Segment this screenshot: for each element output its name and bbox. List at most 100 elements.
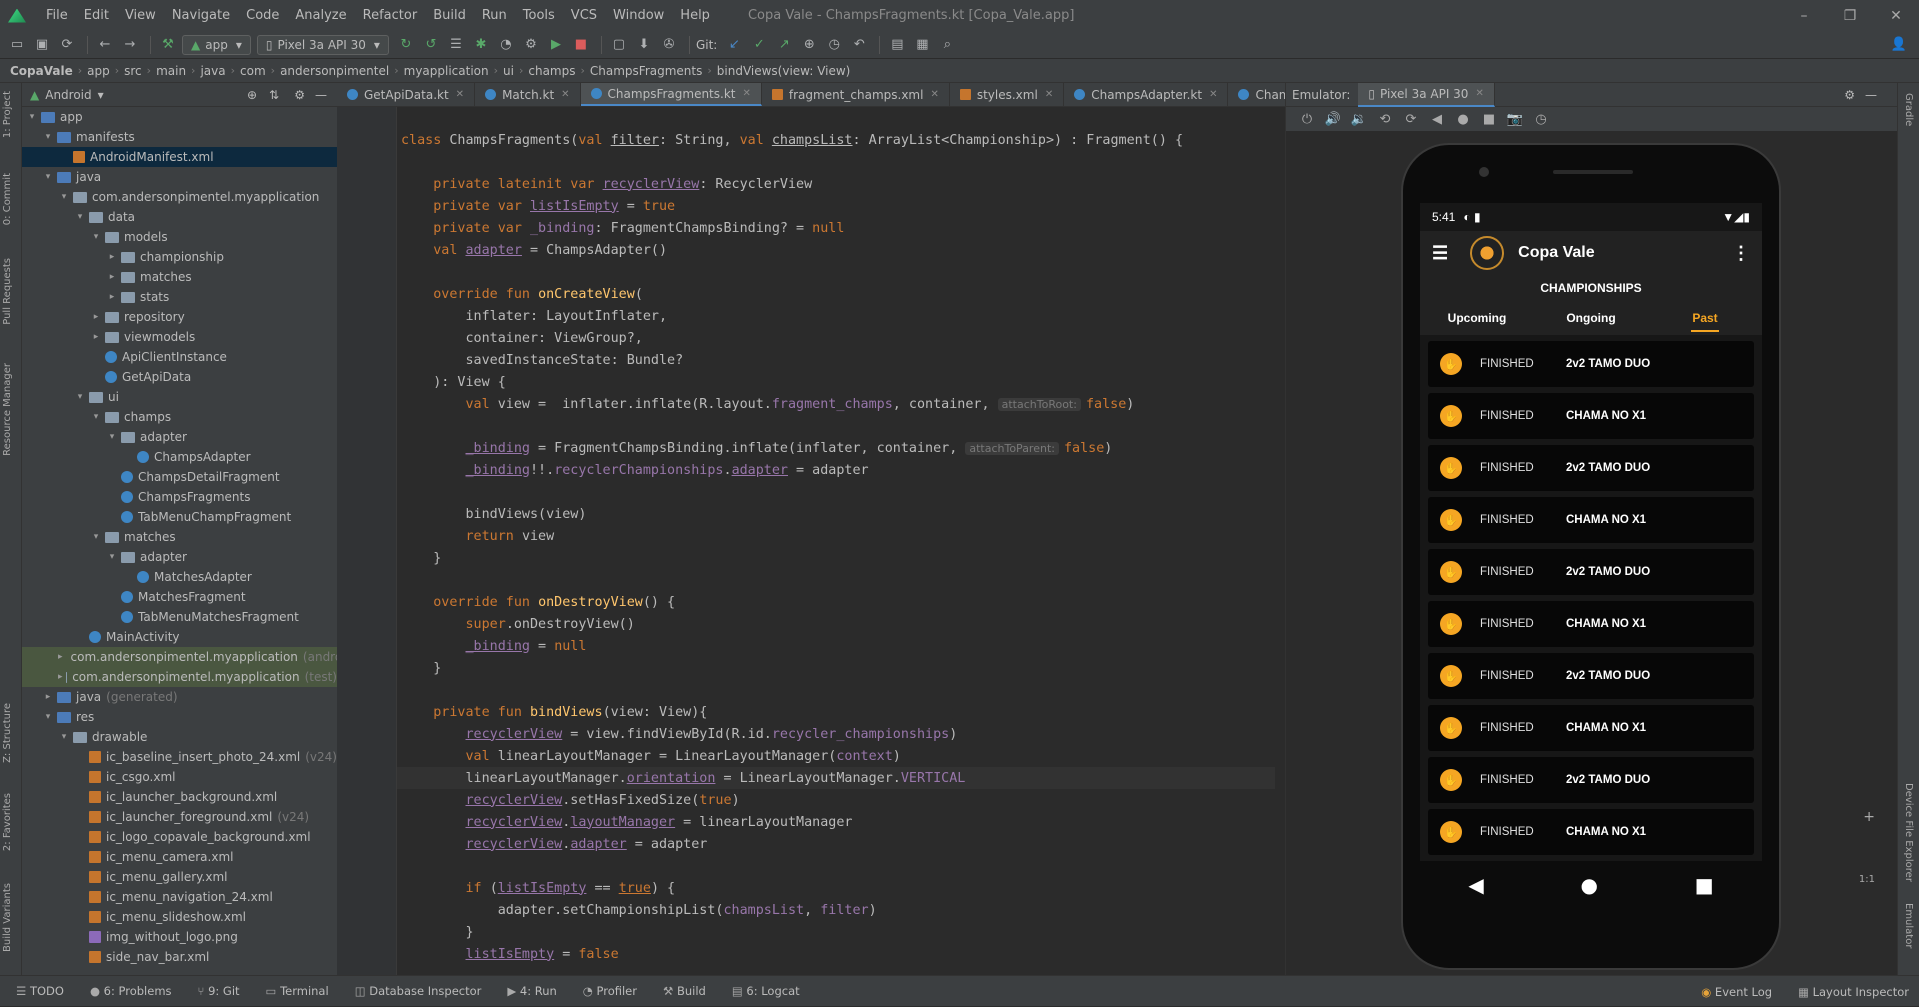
breadcrumb-item[interactable]: java (200, 64, 225, 78)
tool-window-database-inspector[interactable]: ◫ Database Inspector (355, 984, 482, 998)
favorites-tool-tab[interactable]: 2: Favorites (2, 793, 13, 851)
tree-item-apiclientinstance[interactable]: ApiClientInstance (22, 347, 337, 367)
breadcrumb-item[interactable]: andersonpimentel (280, 64, 389, 78)
tree-item-com-andersonpimentel-myapplication[interactable]: ▾ com.andersonpimentel.myapplication (22, 187, 337, 207)
tree-item-getapidata[interactable]: GetApiData (22, 367, 337, 387)
close-icon[interactable]: ✕ (1209, 89, 1217, 100)
profile-icon[interactable]: ◔ (495, 34, 517, 56)
menu-file[interactable]: File (38, 8, 76, 23)
back-icon[interactable]: ◀ (1424, 112, 1450, 127)
tree-item-matchesadapter[interactable]: MatchesAdapter (22, 567, 337, 587)
tree-item-data[interactable]: ▾ data (22, 207, 337, 227)
menu-help[interactable]: Help (672, 8, 718, 23)
tree-item-champsadapter[interactable]: ChampsAdapter (22, 447, 337, 467)
gear-icon[interactable]: ⚙ (294, 88, 305, 102)
back-icon[interactable]: ← (94, 34, 116, 56)
sync-icon[interactable]: ⟳ (56, 34, 78, 56)
menu-view[interactable]: View (117, 8, 164, 23)
championship-card[interactable]: ✋ FINISHED 2v2 TAMO DUO (1428, 445, 1754, 491)
search-icon[interactable]: ⌕ (936, 34, 958, 56)
overview-icon[interactable]: ■ (1476, 112, 1502, 127)
git-push-icon[interactable]: ↗ (773, 34, 795, 56)
menu-edit[interactable]: Edit (76, 8, 117, 23)
tree-item-matches[interactable]: ▸ matches (22, 267, 337, 287)
nav-back-icon[interactable]: ◀ (1468, 873, 1483, 897)
hide-icon[interactable]: — (1865, 88, 1877, 102)
tool-window-build[interactable]: ⚒ Build (663, 984, 706, 998)
volume-up-icon[interactable]: 🔊 (1320, 112, 1346, 127)
breadcrumb-item[interactable]: myapplication (404, 64, 489, 78)
menu-code[interactable]: Code (238, 8, 287, 23)
device-file-explorer-tool-tab[interactable]: Device File Explorer (1903, 783, 1914, 882)
apply-changes-icon[interactable]: ↺ (420, 34, 442, 56)
championship-card[interactable]: ✋ FINISHED CHAMA NO X1 (1428, 809, 1754, 855)
git-clock-icon[interactable]: ◷ (823, 34, 845, 56)
open-folder-icon[interactable]: ▭ (6, 34, 28, 56)
championship-card[interactable]: ✋ FINISHED CHAMA NO X1 (1428, 497, 1754, 543)
championship-card[interactable]: ✋ FINISHED 2v2 TAMO DUO (1428, 757, 1754, 803)
close-icon[interactable]: ✕ (742, 88, 750, 99)
menu-vcs[interactable]: VCS (563, 8, 605, 23)
tool-window-terminal[interactable]: ▭ Terminal (266, 984, 329, 998)
tree-item-adapter[interactable]: ▾ adapter (22, 427, 337, 447)
tree-item-com-andersonpimentel-myapplication[interactable]: ▸ com.andersonpimentel.myapplication (andr… (22, 647, 337, 667)
close-icon[interactable]: ✕ (1873, 0, 1919, 31)
git-commit-icon[interactable]: ✓ (748, 34, 770, 56)
tree-item-ic-csgo-xml[interactable]: ic_csgo.xml (22, 767, 337, 787)
menu-analyze[interactable]: Analyze (287, 8, 354, 23)
nav-home-icon[interactable]: ● (1581, 873, 1598, 897)
tree-item-stats[interactable]: ▸ stats (22, 287, 337, 307)
make-project-icon[interactable]: ⚒ (157, 34, 179, 56)
zoom-in-icon[interactable]: + (1863, 809, 1875, 825)
project-view-selector[interactable]: ▲ Android ▾ ⊕ ⇅ ⚙ — (22, 83, 337, 107)
git-history-icon[interactable]: ⊕ (798, 34, 820, 56)
list-icon[interactable]: ☰ (445, 34, 467, 56)
editor-tab-getapidata-kt[interactable]: GetApiData.kt ✕ (337, 83, 476, 106)
menu-tools[interactable]: Tools (515, 8, 563, 23)
project-tool-tab[interactable]: 1: Project (2, 91, 13, 138)
tree-item-ic-menu-slideshow-xml[interactable]: ic_menu_slideshow.xml (22, 907, 337, 927)
debug-icon[interactable]: ✱ (470, 34, 492, 56)
commit-tool-tab[interactable]: 0: Commit (2, 173, 13, 225)
breadcrumb-item[interactable]: src (124, 64, 142, 78)
tab-past[interactable]: Past (1648, 301, 1762, 335)
tree-item-tabmenumatchesfragment[interactable]: TabMenuMatchesFragment (22, 607, 337, 627)
overflow-menu-icon[interactable]: ⋮ (1732, 243, 1750, 264)
tree-item-champs[interactable]: ▾ champs (22, 407, 337, 427)
device-manager-icon[interactable]: ▤ (886, 34, 908, 56)
emulator-device-tab[interactable]: ▯ Pixel 3a API 30 ✕ (1358, 82, 1495, 107)
menu-build[interactable]: Build (425, 8, 474, 23)
structure-tool-tab[interactable]: Z: Structure (2, 703, 13, 763)
camera-icon[interactable]: 📷 (1502, 112, 1528, 127)
attach-debugger-icon[interactable]: ⚙ (520, 34, 542, 56)
tree-item-app[interactable]: ▾ app (22, 107, 337, 127)
tool-window-4-run[interactable]: ▶ 4: Run (507, 984, 556, 998)
editor-tab-fragment-champs-xml[interactable]: fragment_champs.xml ✕ (762, 83, 950, 106)
rotate-left-icon[interactable]: ⟲ (1372, 112, 1398, 127)
tree-item-androidmanifest-xml[interactable]: AndroidManifest.xml (22, 147, 337, 167)
restore-icon[interactable]: ❐ (1827, 0, 1873, 31)
home-icon[interactable]: ● (1450, 112, 1476, 127)
git-update-icon[interactable]: ↙ (723, 34, 745, 56)
tree-item-java[interactable]: ▸ java (generated) (22, 687, 337, 707)
rerun-icon[interactable]: ↻ (395, 34, 417, 56)
editor-scrollbar[interactable] (1275, 107, 1285, 975)
tool-window-layout-inspector[interactable]: ▦ Layout Inspector (1798, 985, 1909, 999)
breadcrumb-item[interactable]: com (240, 64, 266, 78)
build-variants-tool-tab[interactable]: Build Variants (2, 883, 13, 952)
editor-tab-champsfragments-kt[interactable]: ChampsFragments.kt ✕ (580, 83, 762, 106)
volume-down-icon[interactable]: 🔉 (1346, 112, 1372, 127)
avd-manager-icon[interactable]: ▢ (608, 34, 630, 56)
tree-item-repository[interactable]: ▸ repository (22, 307, 337, 327)
championship-card[interactable]: ✋ FINISHED 2v2 TAMO DUO (1428, 341, 1754, 387)
tree-item-championship[interactable]: ▸ championship (22, 247, 337, 267)
tab-ongoing[interactable]: Ongoing (1534, 301, 1648, 335)
save-icon[interactable]: ▣ (31, 34, 53, 56)
hamburger-menu-icon[interactable]: ☰ (1432, 243, 1448, 264)
editor-tab-champsadapter-kt[interactable]: ChampsAdapter.kt ✕ (1064, 83, 1229, 106)
tree-item-img-without-logo-png[interactable]: img_without_logo.png (22, 927, 337, 947)
tree-item-champsdetailfragment[interactable]: ChampsDetailFragment (22, 467, 337, 487)
tree-item-ic-baseline-insert-photo-24-xml[interactable]: ic_baseline_insert_photo_24.xml (v24) (22, 747, 337, 767)
hide-icon[interactable]: — (315, 88, 327, 102)
tree-item-ic-launcher-foreground-xml[interactable]: ic_launcher_foreground.xml (v24) (22, 807, 337, 827)
